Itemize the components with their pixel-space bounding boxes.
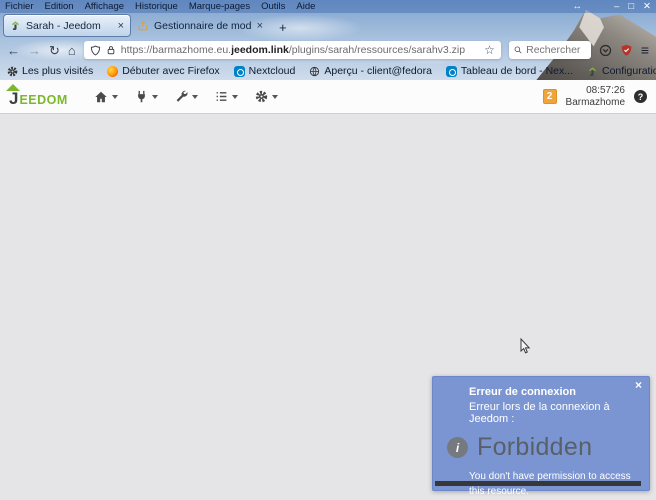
jeedom-favicon [12, 21, 19, 30]
error-heading: Forbidden [477, 433, 593, 461]
bookmark-star-icon[interactable]: ☆ [484, 43, 495, 57]
close-window-button[interactable]: ✕ [643, 2, 651, 12]
jeedom-header: J EEDOM 2 08:57:26 Barmazhome ? [0, 80, 656, 114]
nextcloud-icon [233, 65, 245, 77]
page-content: × Erreur de connexion Erreur lors de la … [0, 114, 656, 500]
lock-icon[interactable] [106, 45, 116, 55]
tab-bar: Sarah - Jeedom × Gestionnaire de modules… [0, 13, 656, 38]
back-button[interactable]: ← [7, 44, 20, 57]
menu-bar: Fichier Edition Affichage Historique Mar… [0, 0, 656, 13]
gear-icon [7, 66, 18, 76]
notification-badge[interactable]: 2 [542, 89, 557, 104]
navigation-toolbar: ← → ↻ ⌂ https://barmazhome.eu.jeedom.lin… [0, 38, 656, 62]
error-toast: × Erreur de connexion Erreur lors de la … [432, 376, 650, 497]
list-icon [216, 92, 227, 101]
app-menu-button[interactable]: ≡ [641, 43, 649, 57]
close-icon[interactable]: × [635, 378, 642, 394]
menu-marque-pages[interactable]: Marque-pages [189, 1, 250, 12]
firefox-icon [107, 65, 119, 77]
tab-close-icon[interactable]: × [257, 20, 263, 32]
bookmark-tableau-de-bord[interactable]: Tableau de bord - Nex... [445, 65, 573, 77]
bookmark-les-plus-visites[interactable]: Les plus visités [7, 65, 93, 77]
jeedom-icon [589, 66, 596, 76]
wrench-icon [176, 90, 188, 102]
nextcloud-icon [445, 65, 457, 77]
jeedom-logo[interactable]: J EEDOM [6, 83, 68, 107]
clock-user-block: 08:57:26 Barmazhome [566, 85, 625, 108]
browser-chrome: Fichier Edition Affichage Historique Mar… [0, 0, 656, 80]
caret-down-icon [111, 95, 118, 99]
browser-window: Fichier Edition Affichage Historique Mar… [0, 0, 656, 500]
bookmark-debuter-firefox[interactable]: Débuter avec Firefox [107, 65, 220, 77]
logo-roof-icon [6, 83, 20, 91]
bookmark-apercu-fedora[interactable]: Aperçu - client@fedora [309, 65, 432, 77]
header-right-cluster: 2 08:57:26 Barmazhome ? [542, 85, 647, 108]
menu-historique[interactable]: Historique [135, 1, 178, 12]
menu-list[interactable] [215, 90, 238, 103]
toast-subtitle: Erreur lors de la connexion à Jeedom : [469, 401, 610, 425]
toast-title: Erreur de connexion [469, 386, 576, 398]
user-name[interactable]: Barmazhome [566, 97, 625, 109]
home-button[interactable]: ⌂ [68, 44, 76, 57]
caret-down-icon [151, 95, 158, 99]
menu-fichier[interactable]: Fichier [5, 1, 34, 12]
bookmarks-toolbar: Les plus visités Débuter avec Firefox Ne… [0, 62, 656, 80]
reload-button[interactable]: ↻ [49, 44, 60, 57]
jeedom-main-menu [94, 90, 278, 104]
menu-plugins[interactable] [135, 90, 158, 103]
caret-down-icon [231, 95, 238, 99]
menu-aide[interactable]: Aide [296, 1, 315, 12]
caret-down-icon [191, 95, 198, 99]
plug-icon [137, 90, 145, 103]
menu-outils[interactable]: Outils [261, 1, 285, 12]
logo-letter-j: J [6, 83, 20, 107]
search-input[interactable] [526, 44, 586, 56]
tab-gestionnaire-modules[interactable]: Gestionnaire de modules comp × [131, 14, 269, 37]
bookmark-nextcloud[interactable]: Nextcloud [233, 65, 295, 77]
caret-down-icon [271, 95, 278, 99]
tab-close-icon[interactable]: × [118, 20, 124, 32]
info-icon: i [447, 437, 468, 458]
url-bar[interactable]: https://barmazhome.eu.jeedom.link/plugin… [83, 41, 501, 59]
logo-text: EEDOM [19, 92, 68, 107]
new-tab-button[interactable]: + [279, 21, 287, 34]
bookmark-configuration-jeedom[interactable]: Configuration - Jeedom [587, 65, 656, 77]
menu-tools[interactable] [175, 90, 198, 103]
menu-settings[interactable] [255, 90, 278, 103]
window-controls: ↔ – □ ✕ [572, 2, 651, 12]
search-bar[interactable] [508, 41, 591, 59]
forward-button[interactable]: → [28, 44, 41, 57]
url-text[interactable]: https://barmazhome.eu.jeedom.link/plugin… [121, 44, 479, 56]
tab-sarah-jeedom[interactable]: Sarah - Jeedom × [3, 14, 131, 37]
minimize-button[interactable]: – [614, 2, 619, 12]
gear-icon [255, 90, 267, 103]
menu-affichage[interactable]: Affichage [85, 1, 124, 12]
pocket-icon[interactable] [599, 44, 612, 57]
tab-title: Gestionnaire de modules comp [154, 19, 252, 32]
mouse-cursor [520, 338, 531, 354]
menu-dashboard[interactable] [94, 90, 118, 104]
globe-icon [310, 66, 320, 76]
maximize-button[interactable]: □ [628, 2, 634, 12]
help-icon[interactable]: ? [634, 90, 647, 103]
menu-edition[interactable]: Edition [45, 1, 74, 12]
resize-icon[interactable]: ↔ [572, 2, 582, 12]
toast-progress-bar [435, 481, 641, 486]
tracking-shield-icon[interactable] [90, 44, 101, 56]
adblock-shield-icon[interactable] [620, 44, 633, 57]
clock-time: 08:57:26 [586, 85, 625, 96]
search-icon [514, 46, 522, 54]
tab-title: Sarah - Jeedom [26, 19, 101, 32]
module-install-icon [138, 20, 148, 30]
home-icon [95, 91, 107, 102]
